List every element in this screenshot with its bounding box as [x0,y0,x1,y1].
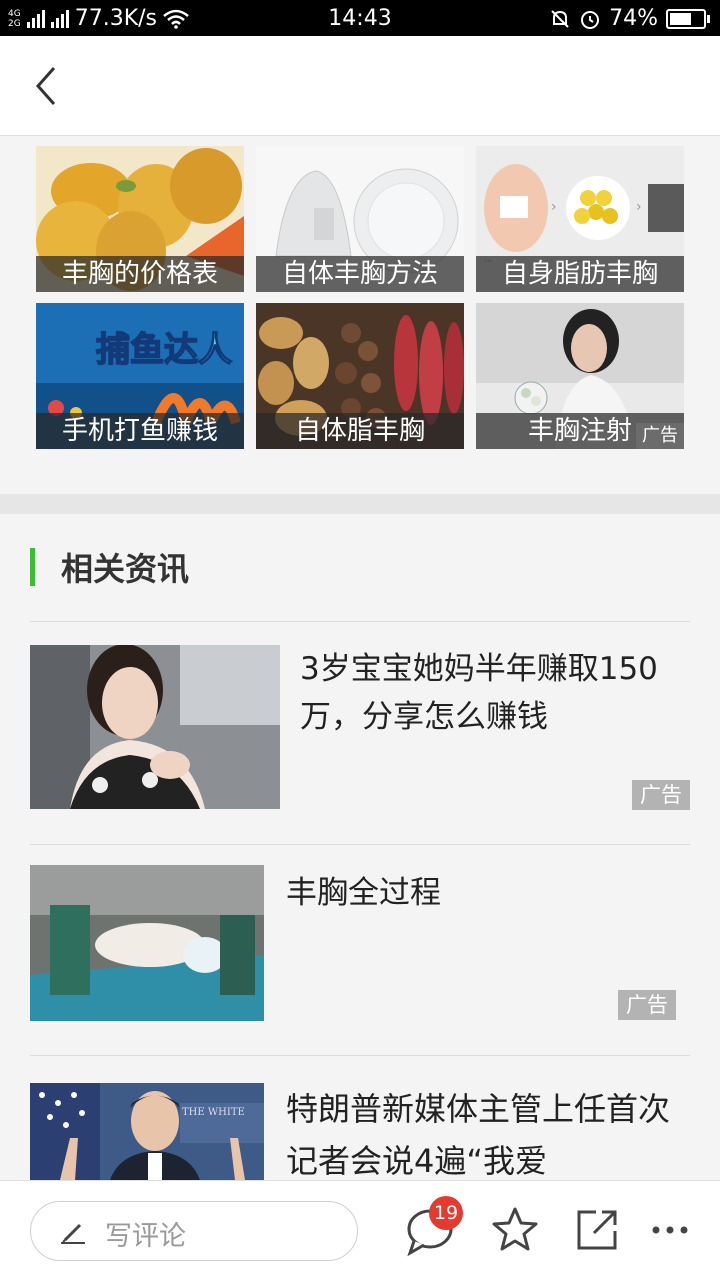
divider [30,844,690,845]
grid-tile-diagram[interactable]: › › ··· ··· 自身脂肪丰胸 [476,146,684,292]
more-button[interactable] [650,1215,690,1245]
comment-placeholder: 写评论 [105,1221,186,1252]
section-header: 相关资讯 [30,545,189,589]
news-title: 3岁宝宝她妈半年赚取150万，分享怎么赚钱 [300,651,658,735]
share-icon [577,1210,617,1250]
grid-tile-potatoes[interactable]: 自体脂丰胸 [256,303,464,449]
svg-text:›: › [636,199,642,215]
grid-tile-papaya[interactable]: 丰胸的价格表 [36,146,244,292]
press-background-text: THE WHITE [182,1107,245,1118]
section-title: 相关资讯 [61,550,190,588]
news-item-1[interactable]: 3岁宝宝她妈半年赚取150万，分享怎么赚钱 广告 [30,645,690,825]
pencil-icon [61,1223,85,1244]
grid-tile-caption: 自体脂丰胸 [256,413,464,449]
more-icon [652,1226,688,1234]
top-nav-bar [0,36,720,136]
grid-tile-caption: 自体丰胸方法 [256,256,464,292]
back-button[interactable] [24,60,72,112]
ad-tag: 广告 [632,780,690,810]
chevron-left-icon [35,67,56,105]
comment-count-badge: 19 [429,1196,463,1230]
section-divider [0,494,720,514]
grid-tile-caption: 丰胸的价格表 [36,256,244,292]
battery-percent: 74% [609,6,658,31]
comment-input[interactable]: 写评论 [30,1201,358,1261]
status-bar: 4G 2G 77.3K/s 14:43 74% [0,0,720,36]
news-thumbnail [30,645,280,809]
divider [30,1055,690,1056]
recommend-grid: 丰胸的价格表 自体丰胸方法 › › ··· ··· 自身脂肪丰胸 [0,136,720,494]
section-accent-bar [30,548,35,586]
battery-icon [666,8,710,29]
grid-tile-bride[interactable]: 丰胸注射 广告 [476,303,684,449]
news-thumbnail [30,865,264,1021]
alarm-icon [581,10,600,29]
grid-tile-fishing[interactable]: 捕鱼达人 手机打鱼赚钱 [36,303,244,449]
news-item-2[interactable]: 丰胸全过程 广告 [30,865,690,1035]
favorite-button[interactable] [490,1205,540,1255]
ad-tag: 广告 [618,990,676,1020]
star-icon [492,1207,538,1251]
surgery-photo [30,865,264,1021]
news-item-3[interactable]: THE WHITE 特朗普新媒体主管上任首次记者会说4遍“我爱 [30,1083,690,1180]
ad-tag: 广告 [636,423,684,449]
grid-tile-cups[interactable]: 自体丰胸方法 [256,146,464,292]
news-title: 丰胸全过程 [286,875,441,911]
grid-tile-caption: 自身脂肪丰胸 [476,256,684,292]
press-conference-photo: THE WHITE [30,1083,264,1180]
news-title: 特朗普新媒体主管上任首次记者会说4遍“我爱 [286,1090,671,1180]
grid-tile-caption: 手机打鱼赚钱 [36,413,244,449]
divider [30,621,690,622]
mute-bell-icon [551,9,569,28]
svg-text:›: › [551,199,557,215]
news-thumbnail: THE WHITE [30,1083,264,1180]
bottom-toolbar: 写评论 19 [0,1180,720,1281]
woman-in-car-photo [30,645,280,809]
share-button[interactable] [574,1207,620,1253]
fishing-game-logo: 捕鱼达人 [96,330,232,370]
